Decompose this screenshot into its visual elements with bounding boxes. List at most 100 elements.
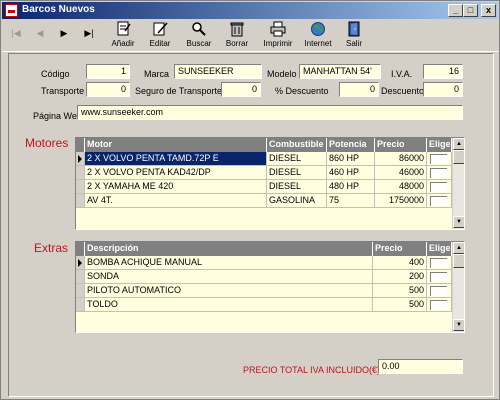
- elige-checkbox[interactable]: [430, 196, 447, 206]
- elige-checkbox[interactable]: [430, 286, 447, 296]
- row-selector[interactable]: [76, 194, 85, 208]
- modelo-field[interactable]: MANHATTAN 54': [299, 64, 381, 79]
- edit-button[interactable]: Editar: [144, 21, 176, 51]
- search-icon: [191, 21, 207, 37]
- transporte-field[interactable]: 0: [86, 82, 130, 97]
- motores-scrollbar[interactable]: ▲ ▼: [452, 138, 464, 229]
- precio-total-field[interactable]: 0.00: [378, 359, 463, 374]
- delete-button[interactable]: Borrar: [221, 21, 253, 51]
- motores-col-precio[interactable]: Precio: [375, 138, 427, 152]
- elige-checkbox[interactable]: [430, 154, 447, 164]
- table-row[interactable]: BOMBA ACHIQUE MANUAL 400: [76, 256, 452, 270]
- modelo-label: Modelo: [267, 69, 297, 79]
- print-button[interactable]: Imprimir: [258, 21, 298, 51]
- row-selector[interactable]: [76, 284, 85, 298]
- extras-grid: Descripción Precio Elige BOMBA ACHIQUE M…: [75, 241, 465, 333]
- minimize-button[interactable]: _: [448, 4, 463, 17]
- descuento-label: Descuento: [381, 86, 425, 96]
- next-record-button[interactable]: ▶: [54, 28, 74, 42]
- scroll-down-arrow-icon[interactable]: ▼: [453, 319, 464, 331]
- elige-cell: [427, 180, 452, 194]
- extras-col-precio[interactable]: Precio: [373, 242, 427, 256]
- motores-col-potencia[interactable]: Potencia: [327, 138, 375, 152]
- scroll-up-arrow-icon[interactable]: ▲: [453, 242, 464, 254]
- table-row[interactable]: AV 4T. GASOLINA 75 1750000: [76, 194, 452, 208]
- elige-cell: [427, 298, 452, 312]
- table-row[interactable]: 2 X VOLVO PENTA KAD42/DP DIESEL 460 HP 4…: [76, 166, 452, 180]
- motores-col-combustible[interactable]: Combustible: [267, 138, 327, 152]
- motores-col-motor[interactable]: Motor: [85, 138, 267, 152]
- precio-cell: 200: [373, 270, 427, 284]
- exit-button-label: Salir: [345, 39, 362, 48]
- row-selector[interactable]: [76, 180, 85, 194]
- edit-button-label: Editar: [149, 39, 171, 48]
- motores-col-elige[interactable]: Elige: [427, 138, 452, 152]
- motores-header-selector: [76, 138, 85, 152]
- scroll-up-arrow-icon[interactable]: ▲: [453, 138, 464, 150]
- table-row[interactable]: PILOTO AUTOMATICO 500: [76, 284, 452, 298]
- precio-cell: 48000: [375, 180, 427, 194]
- extras-col-descripcion[interactable]: Descripción: [85, 242, 373, 256]
- elige-checkbox[interactable]: [430, 182, 447, 192]
- motor-cell: 2 X VOLVO PENTA KAD42/DP: [85, 166, 267, 180]
- first-record-button[interactable]: |◀: [6, 28, 26, 42]
- scroll-thumb[interactable]: [453, 254, 464, 268]
- descripcion-cell: SONDA: [85, 270, 373, 284]
- elige-checkbox[interactable]: [430, 168, 447, 178]
- edit-icon: [152, 21, 168, 37]
- elige-checkbox[interactable]: [430, 272, 447, 282]
- exit-button[interactable]: Salir: [340, 21, 368, 51]
- motor-cell: 2 X VOLVO PENTA TAMD.72P E: [85, 152, 267, 166]
- extras-header: Descripción Precio Elige: [76, 242, 452, 256]
- descuento-field[interactable]: 0: [423, 82, 463, 97]
- codigo-field[interactable]: 1: [86, 64, 130, 79]
- transporte-label: Transporte: [41, 86, 85, 96]
- elige-cell: [427, 166, 452, 180]
- row-selector[interactable]: [76, 298, 85, 312]
- row-selector[interactable]: [76, 166, 85, 180]
- previous-record-button[interactable]: ◀: [30, 28, 50, 42]
- table-row[interactable]: 2 X YAMAHA ME 420 DIESEL 480 HP 48000: [76, 180, 452, 194]
- marca-field[interactable]: SUNSEEKER: [174, 64, 262, 79]
- maximize-button[interactable]: □: [463, 4, 478, 17]
- close-button[interactable]: x: [481, 4, 496, 17]
- search-button[interactable]: Buscar: [182, 21, 216, 51]
- elige-cell: [427, 256, 452, 270]
- elige-cell: [427, 270, 452, 284]
- row-selector[interactable]: [76, 256, 85, 270]
- codigo-label: Código: [41, 69, 70, 79]
- table-row[interactable]: TOLDO 500: [76, 298, 452, 312]
- app-icon: [5, 4, 18, 17]
- last-record-button[interactable]: ▶|: [79, 28, 99, 42]
- motor-cell: 2 X YAMAHA ME 420: [85, 180, 267, 194]
- scroll-thumb[interactable]: [453, 150, 464, 164]
- iva-field[interactable]: 16: [423, 64, 463, 79]
- potencia-cell: 75: [327, 194, 375, 208]
- pct-descuento-field[interactable]: 0: [339, 82, 379, 97]
- precio-total-label: PRECIO TOTAL IVA INCLUIDO(€): [243, 365, 381, 375]
- elige-cell: [427, 284, 452, 298]
- table-row[interactable]: 2 X VOLVO PENTA TAMD.72P E DIESEL 860 HP…: [76, 152, 452, 166]
- pagina-web-label: Página Web: [33, 111, 82, 121]
- extras-scrollbar[interactable]: ▲ ▼: [452, 242, 464, 332]
- scroll-down-arrow-icon[interactable]: ▼: [453, 216, 464, 228]
- marca-label: Marca: [144, 69, 170, 79]
- row-selector[interactable]: [76, 152, 85, 166]
- potencia-cell: 860 HP: [327, 152, 375, 166]
- internet-button[interactable]: Internet: [301, 21, 335, 51]
- add-button[interactable]: Añadir: [106, 21, 140, 51]
- seguro-transporte-field[interactable]: 0: [221, 82, 261, 97]
- elige-checkbox[interactable]: [430, 300, 447, 310]
- toolbar: |◀ ◀ ▶ ▶| Añadir Editar Buscar Borrar Im…: [2, 20, 498, 52]
- motor-cell: AV 4T.: [85, 194, 267, 208]
- elige-checkbox[interactable]: [430, 258, 447, 268]
- descripcion-cell: BOMBA ACHIQUE MANUAL: [85, 256, 373, 270]
- add-button-label: Añadir: [111, 39, 135, 48]
- barcos-nuevos-window: Barcos Nuevos _ □ x |◀ ◀ ▶ ▶| Añadir Edi…: [0, 0, 500, 400]
- extras-col-elige[interactable]: Elige: [427, 242, 452, 256]
- table-row[interactable]: SONDA 200: [76, 270, 452, 284]
- row-selector[interactable]: [76, 270, 85, 284]
- precio-cell: 46000: [375, 166, 427, 180]
- pagina-web-field[interactable]: www.sunseeker.com: [77, 105, 463, 120]
- elige-cell: [427, 152, 452, 166]
